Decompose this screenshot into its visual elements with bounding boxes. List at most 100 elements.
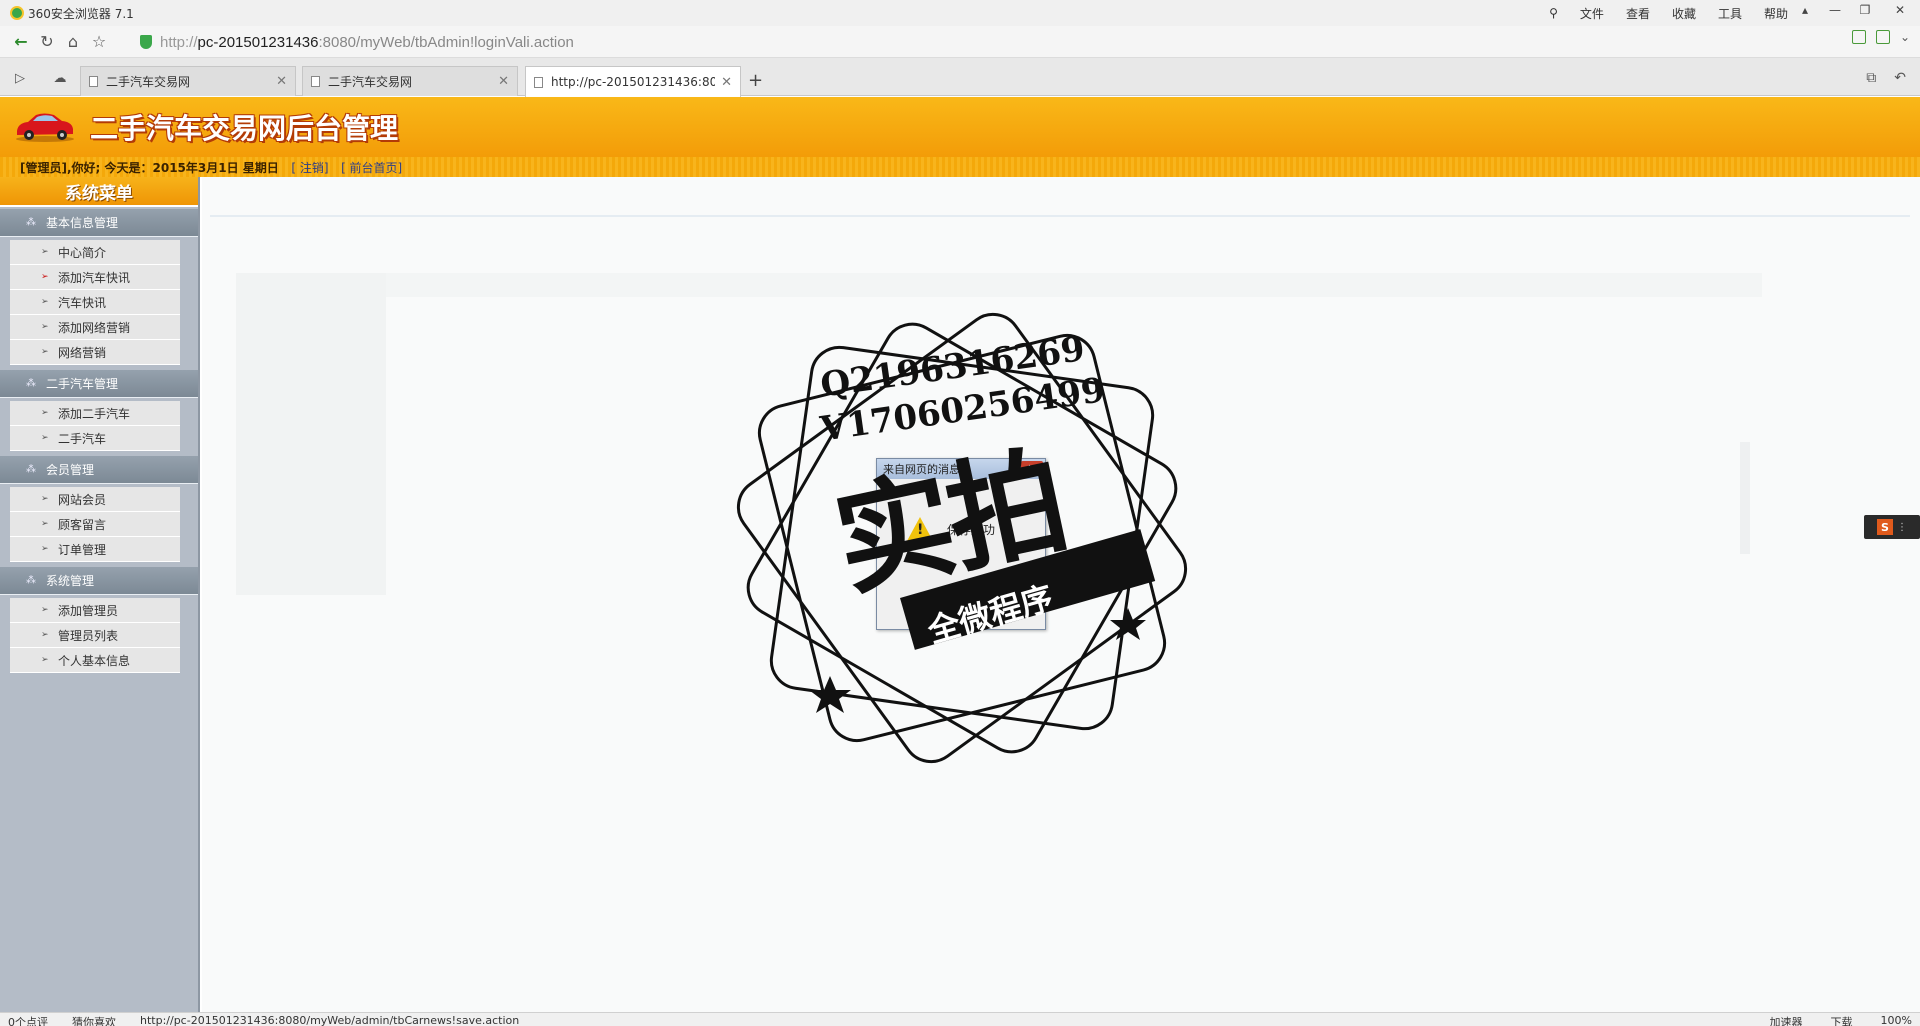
- qr-icon[interactable]: [1851, 30, 1866, 44]
- address-bar[interactable]: http://pc-201501231436:8080/myWeb/tbAdmi…: [136, 30, 1860, 54]
- welcome-text: [管理员],你好; 今天是：2015年3月1日 星期日: [20, 161, 279, 175]
- menu-title: 系统菜单: [0, 177, 198, 207]
- tab-label: 二手汽车交易网: [106, 75, 191, 89]
- star-icon[interactable]: ☆: [86, 29, 112, 55]
- menu-item-label: 添加网络营销: [58, 320, 131, 335]
- group-icon: ⁂: [26, 217, 36, 228]
- menu-item-label: 添加管理员: [58, 603, 119, 618]
- address-tools: ⌄: [1851, 30, 1910, 44]
- user-icon[interactable]: ⚲: [1549, 6, 1558, 20]
- tab-3-active[interactable]: http://pc-201501231436:808 ✕: [525, 66, 741, 97]
- menu-item-label: 网络营销: [58, 345, 107, 360]
- group-members[interactable]: ⁂ 会员管理: [0, 456, 198, 484]
- menu-item-add-car-news[interactable]: ➢ 添加汽车快讯: [10, 265, 180, 290]
- menu-item-label: 顾客留言: [58, 517, 107, 532]
- menu-item-center-intro[interactable]: ➢ 中心简介: [10, 240, 180, 265]
- tab-bar: ▷ ☁ 二手汽车交易网 ✕ 二手汽车交易网 ✕ http://pc-201501…: [0, 58, 1920, 97]
- tab-label: http://pc-201501231436:808: [551, 75, 716, 89]
- bullet-icon: ➢: [41, 630, 49, 640]
- address-scheme: http://: [160, 33, 198, 51]
- system-menu-sidebar: 系统菜单 ⁂ 基本信息管理 ➢ 中心简介 ➢ 添加汽车快讯 ➢ 汽车快讯 ➢ 添加网络营…: [0, 177, 200, 1026]
- menu-item-messages[interactable]: ➢ 顾客留言: [10, 512, 180, 537]
- group-system[interactable]: ⁂ 系统管理: [0, 567, 198, 595]
- status-accelerator[interactable]: 加速器: [1770, 1014, 1803, 1026]
- group-basic-info[interactable]: ⁂ 基本信息管理: [0, 209, 198, 237]
- maximize-button[interactable]: ❐: [1850, 0, 1880, 20]
- window-controls: ▴ — ❐ ✕: [1790, 0, 1920, 26]
- faded-form-panel: [236, 273, 386, 595]
- ime-menu-icon[interactable]: ⋮: [1897, 522, 1907, 533]
- group-items: ➢ 添加二手汽车 ➢ 二手汽车: [0, 398, 198, 454]
- site-title: 二手汽车交易网后台管理: [90, 112, 399, 145]
- bullet-icon: ➢: [41, 519, 49, 529]
- bullet-icon: ➢: [41, 605, 49, 615]
- menu-favorites[interactable]: 收藏: [1672, 5, 1696, 22]
- menu-tools[interactable]: 工具: [1718, 5, 1742, 22]
- tab-close-icon[interactable]: ✕: [721, 75, 732, 90]
- restore-tabs-icon[interactable]: ⧉: [1866, 70, 1876, 86]
- menu-item-profile[interactable]: ➢ 个人基本信息: [10, 648, 180, 673]
- navigation-bar: ← ↻ ⌂ ☆ http://pc-201501231436:8080/myWe…: [0, 26, 1920, 58]
- ime-logo-icon: S: [1877, 519, 1893, 535]
- tab-2[interactable]: 二手汽车交易网 ✕: [302, 66, 518, 96]
- undo-close-icon[interactable]: ↶: [1894, 70, 1906, 86]
- group-used-cars[interactable]: ⁂ 二手汽车管理: [0, 370, 198, 398]
- status-recommend[interactable]: 猜你喜欢: [72, 1014, 116, 1026]
- menu-item-label: 二手汽车: [58, 431, 107, 446]
- menu-item-used-cars[interactable]: ➢ 二手汽车: [10, 426, 180, 451]
- status-bar: 0个点评 猜你喜欢 http://pc-201501231436:8080/my…: [0, 1012, 1920, 1026]
- tab-1[interactable]: 二手汽车交易网 ✕: [80, 66, 296, 96]
- content-divider: [210, 215, 1910, 217]
- home-page-link[interactable]: [ 前台首页]: [341, 161, 402, 175]
- status-reviews[interactable]: 0个点评: [8, 1014, 48, 1026]
- page-header: 二手汽车交易网后台管理 [管理员],你好; 今天是：2015年3月1日 星期日 …: [0, 97, 1920, 177]
- menu-item-add-admin[interactable]: ➢ 添加管理员: [10, 598, 180, 623]
- menu-item-car-news[interactable]: ➢ 汽车快讯: [10, 290, 180, 315]
- group-label: 会员管理: [46, 463, 95, 477]
- logout-link[interactable]: [ 注销]: [291, 161, 328, 175]
- minimize-button[interactable]: —: [1820, 0, 1850, 20]
- menu-item-marketing[interactable]: ➢ 网络营销: [10, 340, 180, 365]
- menu-file[interactable]: 文件: [1580, 5, 1604, 22]
- address-host: pc-201501231436: [197, 33, 319, 51]
- skin-icon[interactable]: ▴: [1790, 0, 1820, 20]
- compat-mode-icon[interactable]: [1875, 30, 1890, 44]
- bullet-icon: ➢: [41, 347, 49, 357]
- menu-item-site-members[interactable]: ➢ 网站会员: [10, 487, 180, 512]
- bullet-icon: ➢: [41, 655, 49, 665]
- user-info-bar: [管理员],你好; 今天是：2015年3月1日 星期日 [ 注销] [ 前台首页…: [20, 159, 402, 176]
- status-zoom[interactable]: 100%: [1881, 1014, 1912, 1026]
- menu-item-admin-list[interactable]: ➢ 管理员列表: [10, 623, 180, 648]
- sidebar-toggle-icon[interactable]: ▷: [10, 68, 30, 88]
- ime-toolbar[interactable]: S ⋮: [1864, 515, 1920, 539]
- menu-item-label: 管理员列表: [58, 628, 119, 643]
- home-icon[interactable]: ⌂: [60, 29, 86, 55]
- tab-close-icon[interactable]: ✕: [498, 74, 509, 89]
- menu-item-orders[interactable]: ➢ 订单管理: [10, 537, 180, 562]
- close-window-button[interactable]: ✕: [1880, 0, 1920, 20]
- bullet-icon: ➢: [41, 247, 49, 257]
- cloud-icon[interactable]: ☁: [50, 68, 70, 88]
- menu-item-label: 添加汽车快讯: [58, 270, 131, 285]
- tab-label: 二手汽车交易网: [328, 75, 413, 89]
- group-label: 二手汽车管理: [46, 377, 119, 391]
- back-icon[interactable]: ←: [8, 29, 34, 55]
- page-icon: [534, 76, 543, 88]
- window-title: 360安全浏览器 7.1: [28, 6, 134, 21]
- refresh-icon[interactable]: ↻: [34, 29, 60, 55]
- status-download[interactable]: 下载: [1831, 1014, 1853, 1026]
- group-label: 系统管理: [46, 574, 95, 588]
- faded-scroll-track: [1740, 442, 1750, 554]
- page-icon: [311, 76, 320, 87]
- window-titlebar: 360安全浏览器 7.1 ⚲ 文件 查看 收藏 工具 帮助 ▴ — ❐ ✕: [0, 0, 1920, 26]
- group-items: ➢ 中心简介 ➢ 添加汽车快讯 ➢ 汽车快讯 ➢ 添加网络营销 ➢ 网络营销: [0, 237, 198, 368]
- menu-item-add-used-car[interactable]: ➢ 添加二手汽车: [10, 401, 180, 426]
- new-tab-button[interactable]: +: [748, 70, 763, 91]
- menu-item-add-marketing[interactable]: ➢ 添加网络营销: [10, 315, 180, 340]
- menu-item-label: 网站会员: [58, 492, 107, 507]
- menu-help[interactable]: 帮助: [1764, 5, 1788, 22]
- tab-tools: ⧉ ↶: [1866, 70, 1906, 86]
- menu-view[interactable]: 查看: [1626, 5, 1650, 22]
- tab-close-icon[interactable]: ✕: [276, 74, 287, 89]
- dropdown-icon[interactable]: ⌄: [1900, 30, 1910, 44]
